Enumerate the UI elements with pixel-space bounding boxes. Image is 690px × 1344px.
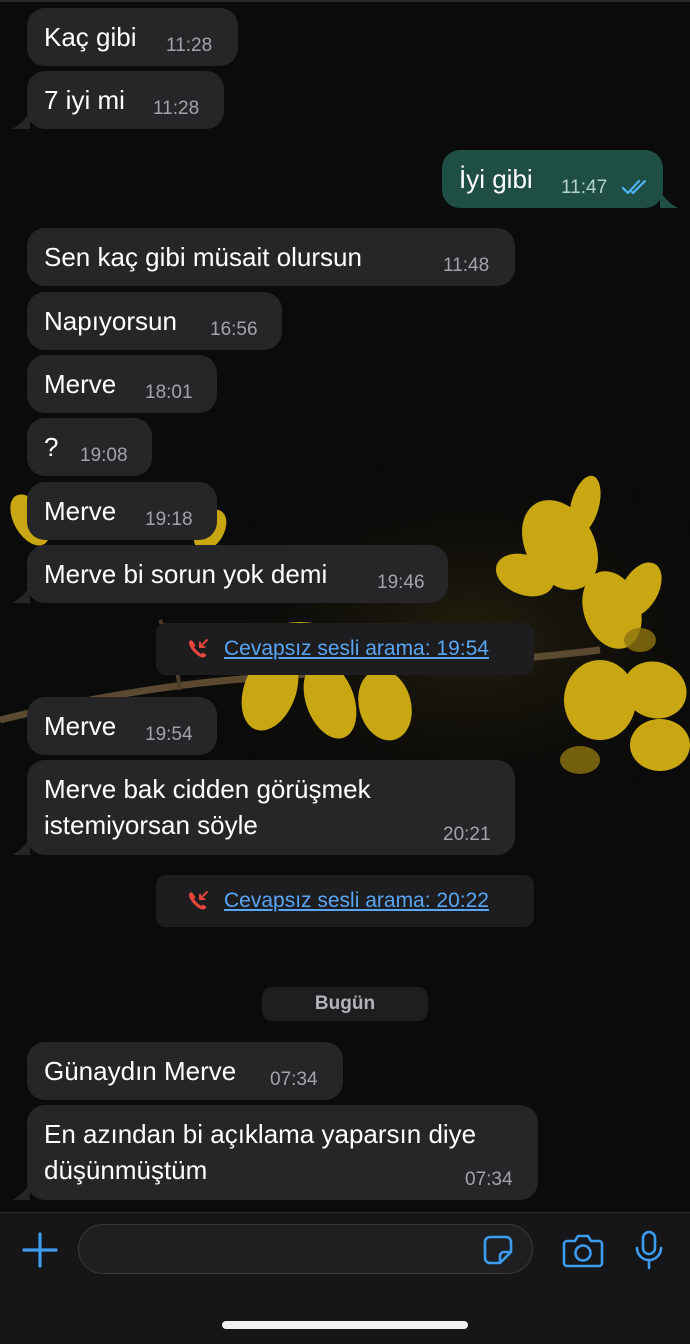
bubble-tail — [12, 111, 30, 129]
missed-call-link[interactable]: Cevapsız sesli arama: 19:54 — [224, 637, 489, 661]
bubble-tail — [12, 837, 30, 855]
message-time: 07:34 — [270, 1069, 318, 1090]
message-text-line-1: En azından bi açıklama yaparsın diye — [44, 1119, 477, 1149]
incoming-message[interactable]: Sen kaç gibi müsait olursun 11:48 — [27, 228, 515, 286]
message-text: 7 iyi mi — [44, 85, 125, 115]
incoming-message[interactable]: Merve bak cidden görüşmek istemiyorsan s… — [27, 760, 515, 855]
incoming-message[interactable]: Merve 18:01 — [27, 355, 217, 413]
incoming-message[interactable]: En azından bi açıklama yaparsın diye düş… — [27, 1105, 538, 1200]
message-text: Merve — [44, 369, 117, 399]
message-list[interactable]: Kaç gibi 11:28 7 iyi mi 11:28 İyi gibi 1… — [0, 0, 690, 1212]
message-text: Merve — [44, 496, 117, 526]
missed-call-icon — [189, 891, 208, 910]
message-time: 11:28 — [166, 35, 213, 56]
incoming-message[interactable]: Merve bi sorun yok demi 19:46 — [27, 545, 448, 603]
message-input[interactable] — [78, 1224, 533, 1274]
missed-call-link[interactable]: Cevapsız sesli arama: 20:22 — [224, 889, 489, 913]
message-time: 18:01 — [145, 382, 193, 403]
message-text: Merve bi sorun yok demi — [44, 559, 328, 589]
message-time: 11:47 — [561, 177, 608, 198]
message-time: 20:21 — [443, 824, 491, 845]
bubble-tail — [12, 1182, 30, 1200]
message-time: 19:46 — [377, 572, 425, 593]
message-text-line-1: Merve bak cidden görüşmek — [44, 774, 371, 804]
message-text-line-2: düşünmüştüm — [44, 1155, 208, 1185]
incoming-message[interactable]: 7 iyi mi 11:28 — [27, 71, 224, 129]
message-text: ? — [44, 432, 59, 462]
message-text: İyi gibi — [459, 164, 533, 194]
message-time: 19:18 — [145, 509, 193, 530]
camera-icon[interactable] — [562, 1232, 604, 1268]
message-text: Kaç gibi — [44, 22, 137, 52]
message-time: 11:28 — [153, 98, 200, 119]
message-time: 16:56 — [210, 319, 258, 340]
missed-call-notice[interactable]: Cevapsız sesli arama: 20:22 — [156, 875, 534, 927]
incoming-message[interactable]: Merve 19:18 — [27, 482, 217, 540]
message-time: 19:54 — [145, 724, 193, 745]
incoming-message[interactable]: Günaydın Merve 07:34 — [27, 1042, 343, 1100]
home-indicator[interactable] — [222, 1321, 468, 1329]
incoming-message[interactable]: Kaç gibi 11:28 — [27, 8, 238, 66]
bubble-tail — [12, 585, 30, 603]
plus-icon[interactable] — [20, 1230, 60, 1270]
sticker-icon[interactable] — [482, 1234, 514, 1266]
message-text: Günaydın Merve — [44, 1056, 237, 1086]
date-separator: Bugün — [262, 987, 428, 1021]
message-time: 07:34 — [465, 1169, 513, 1190]
message-time: 11:48 — [443, 255, 490, 276]
missed-call-notice[interactable]: Cevapsız sesli arama: 19:54 — [156, 623, 534, 675]
missed-call-icon — [189, 639, 208, 658]
message-text: Napıyorsun — [44, 306, 177, 336]
outgoing-message[interactable]: İyi gibi 11:47 — [442, 150, 663, 208]
message-time: 19:08 — [80, 445, 128, 466]
message-text-line-2: istemiyorsan söyle — [44, 810, 258, 840]
incoming-message[interactable]: ? 19:08 — [27, 418, 152, 476]
mic-icon[interactable] — [633, 1230, 665, 1270]
message-text: Merve — [44, 711, 117, 741]
message-text: Sen kaç gibi müsait olursun — [44, 242, 362, 272]
bubble-tail — [660, 190, 678, 208]
incoming-message[interactable]: Napıyorsun 16:56 — [27, 292, 282, 350]
incoming-message[interactable]: Merve 19:54 — [27, 697, 217, 755]
read-receipt-icon — [621, 179, 647, 195]
